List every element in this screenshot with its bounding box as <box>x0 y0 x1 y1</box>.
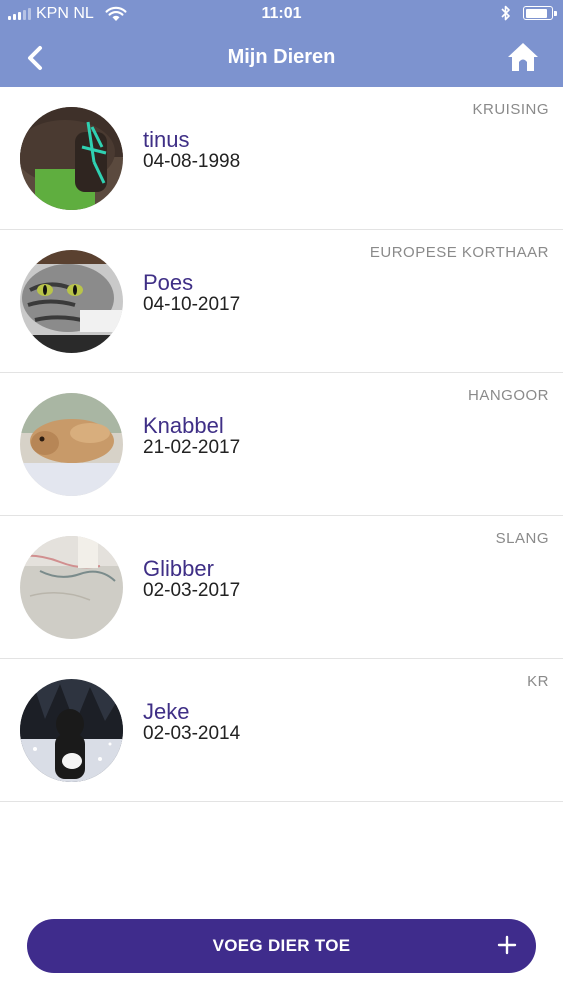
pet-list-item-poes[interactable]: EUROPESE KORTHAAR Poes 04-10-2017 <box>0 230 563 373</box>
bluetooth-icon <box>501 5 510 21</box>
pet-name: Jeke <box>143 699 190 724</box>
pet-avatar <box>20 107 123 210</box>
pet-breed: SLANG <box>495 530 549 547</box>
pet-list-item-jeke[interactable]: KR Jeke 02-03-2014 <box>0 659 563 802</box>
pet-birthdate: 04-08-1998 <box>143 151 241 172</box>
add-pet-button[interactable]: VOEG DIER TOE <box>27 919 536 973</box>
pet-breed: HANGOOR <box>467 387 549 404</box>
pet-birthdate: 02-03-2017 <box>143 580 241 601</box>
pet-avatar <box>20 250 123 353</box>
battery-icon <box>523 6 557 20</box>
pet-birthdate: 21-02-2017 <box>143 437 241 458</box>
pet-name: Poes <box>143 270 194 295</box>
status-time: 11:01 <box>261 5 302 22</box>
home-button[interactable] <box>507 42 539 72</box>
page-title: Mijn Dieren <box>227 46 336 68</box>
pet-birthdate: 02-03-2014 <box>143 723 241 744</box>
pet-name: tinus <box>143 127 190 152</box>
pet-breed: EUROPESE KORTHAAR <box>369 244 549 261</box>
pet-breed: KR <box>527 673 549 690</box>
pet-birthdate: 04-10-2017 <box>143 294 241 315</box>
app-header: KPN NL 11:01 Mijn Dieren <box>0 0 563 87</box>
status-right <box>501 5 557 21</box>
add-pet-label: VOEG DIER TOE <box>212 936 351 955</box>
pet-breed: KRUISING <box>472 101 549 118</box>
nav-bar: Mijn Dieren <box>0 30 563 87</box>
pet-name: Glibber <box>143 556 214 581</box>
pet-avatar <box>20 393 123 496</box>
pet-name: Knabbel <box>143 413 224 438</box>
pet-list-item-tinus[interactable]: KRUISING tinus 04-08-1998 <box>0 87 563 230</box>
pet-avatar <box>20 536 123 639</box>
plus-icon <box>497 935 517 955</box>
pet-avatar <box>20 679 123 782</box>
status-bar: KPN NL 11:01 <box>0 0 563 30</box>
pet-list-item-glibber[interactable]: SLANG Glibber 02-03-2017 <box>0 516 563 659</box>
pet-list-item-knabbel[interactable]: HANGOOR Knabbel 21-02-2017 <box>0 373 563 516</box>
pet-list: KRUISING tinus 04-08-1998 EUROPESE KORTH… <box>0 87 563 802</box>
